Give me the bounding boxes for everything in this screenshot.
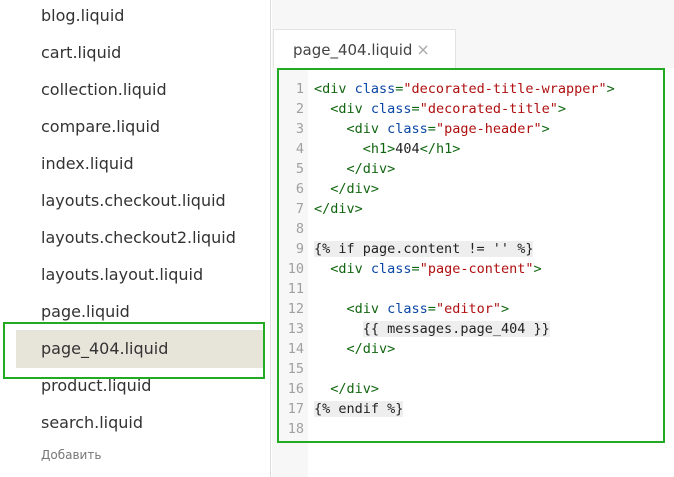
line-number: 16 — [287, 381, 304, 397]
code-line: 3 <div class="page-header"> — [282, 119, 615, 139]
line-number: 18 — [287, 421, 304, 437]
code-line: 9 {% if page.content != '' %} — [282, 239, 615, 259]
code-line: 6 </div> — [282, 179, 615, 199]
code-line: 10 <div class="page-content"> — [282, 259, 615, 279]
file-item-layouts-checkout[interactable]: layouts.checkout.liquid — [41, 186, 226, 216]
tab-label: page_404.liquid — [293, 40, 413, 59]
code-line: 2 <div class="decorated-title"> — [282, 99, 615, 119]
add-file-link[interactable]: Добавить — [41, 448, 101, 462]
line-number: 10 — [287, 261, 304, 277]
line-number: 15 — [287, 361, 304, 377]
line-number: 14 — [287, 341, 304, 357]
file-item-compare[interactable]: compare.liquid — [41, 112, 160, 142]
file-item-layouts-checkout2[interactable]: layouts.checkout2.liquid — [41, 223, 236, 253]
file-item-page-404[interactable]: page_404.liquid — [41, 334, 168, 364]
code-line: 1 <div class="decorated-title-wrapper"> — [282, 79, 615, 99]
file-item-cart[interactable]: cart.liquid — [41, 38, 121, 68]
code-line: 18 — [282, 419, 615, 439]
file-item-search[interactable]: search.liquid — [41, 408, 143, 438]
code-line: 17 {% endif %} — [282, 399, 615, 419]
line-number: 5 — [295, 161, 304, 177]
code-line: 15 — [282, 359, 615, 379]
root: blog.liquid cart.liquid collection.liqui… — [0, 0, 674, 477]
line-number: 12 — [287, 301, 304, 317]
line-number: 6 — [295, 181, 304, 197]
code-line: 8 — [282, 219, 615, 239]
code-line: 13 {{ messages.page_404 }} — [282, 319, 615, 339]
file-item-collection[interactable]: collection.liquid — [41, 75, 167, 105]
file-item-product[interactable]: product.liquid — [41, 371, 151, 401]
line-number: 1 — [295, 81, 304, 97]
tab-page-404[interactable]: page_404.liquid × — [273, 29, 456, 69]
close-icon[interactable]: × — [416, 40, 429, 59]
file-item-blog[interactable]: blog.liquid — [41, 1, 124, 31]
file-item-layouts-layout[interactable]: layouts.layout.liquid — [41, 260, 203, 290]
file-item-index[interactable]: index.liquid — [41, 149, 134, 179]
code-content[interactable]: 1 <div class="decorated-title-wrapper"> 2… — [282, 79, 615, 439]
code-line: 7 </div> — [282, 199, 615, 219]
line-number: 8 — [295, 221, 304, 237]
line-number: 3 — [295, 121, 304, 137]
code-line: 12 <div class="editor"> — [282, 299, 615, 319]
line-number: 9 — [295, 241, 304, 257]
code-line: 11 — [282, 279, 615, 299]
line-number: 4 — [295, 141, 304, 157]
code-line: 14 </div> — [282, 339, 615, 359]
line-number: 13 — [287, 321, 304, 337]
file-item-page[interactable]: page.liquid — [41, 297, 130, 327]
line-number: 2 — [295, 101, 304, 117]
line-number: 17 — [287, 401, 304, 417]
code-line: 4 <h1>404</h1> — [282, 139, 615, 159]
line-number: 7 — [295, 201, 304, 217]
code-line: 16 </div> — [282, 379, 615, 399]
code-line: 5 </div> — [282, 159, 615, 179]
line-number: 11 — [287, 281, 304, 297]
file-sidebar: blog.liquid cart.liquid collection.liqui… — [0, 0, 271, 477]
